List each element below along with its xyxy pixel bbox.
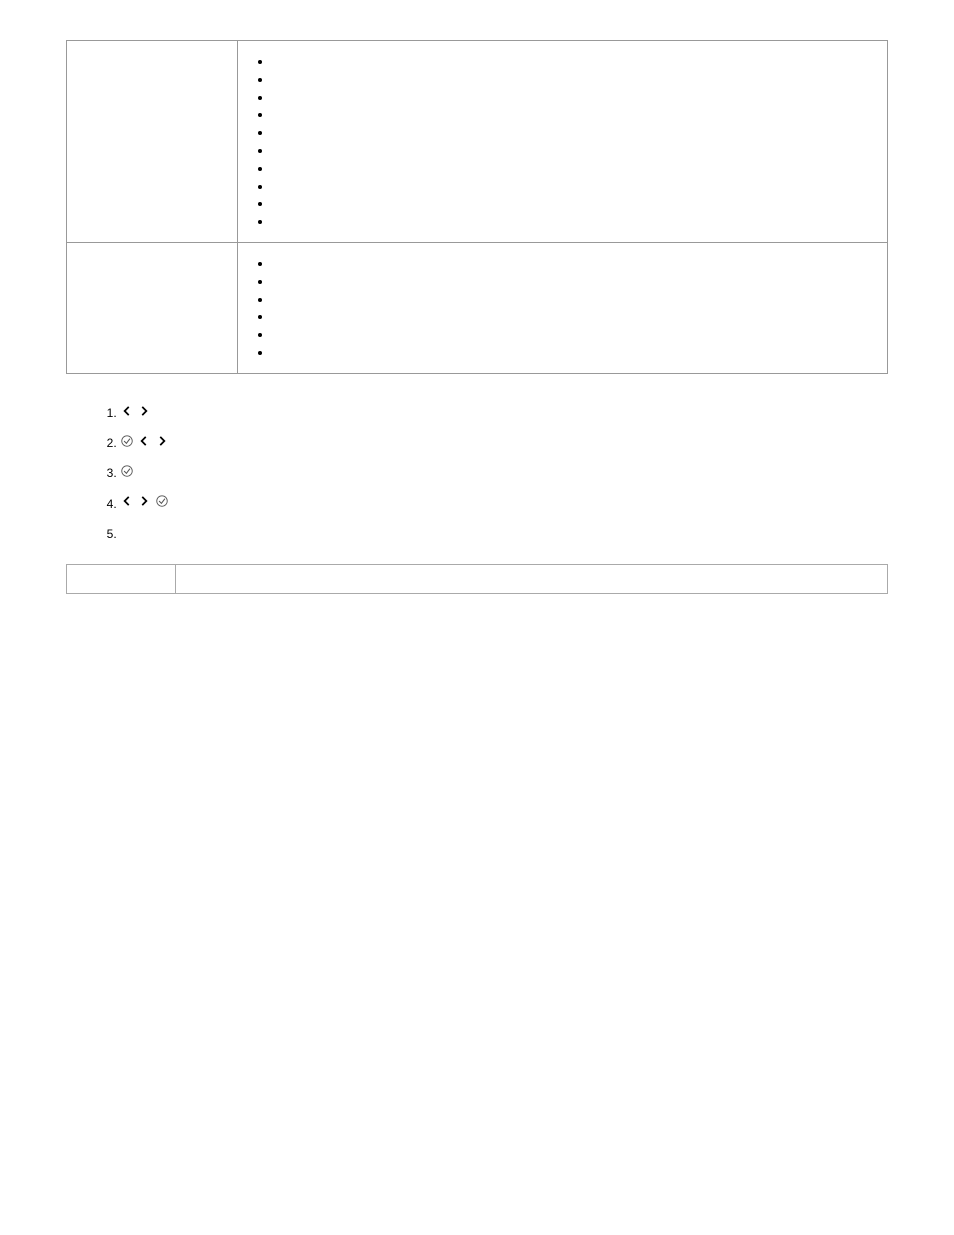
feature-desc-cell xyxy=(238,242,888,373)
left-arrow-icon xyxy=(137,434,151,454)
list-item xyxy=(272,213,877,230)
list-item xyxy=(272,344,877,361)
feature-table xyxy=(66,40,888,374)
list-item xyxy=(272,326,877,343)
right-arrow-icon xyxy=(155,434,169,454)
bullet-list xyxy=(272,255,877,361)
table-row xyxy=(67,564,888,593)
list-item xyxy=(272,106,877,123)
feature-desc-cell xyxy=(238,41,888,243)
step-item xyxy=(120,464,854,484)
check-circle-icon xyxy=(155,494,169,514)
table-row xyxy=(67,242,888,373)
list-item xyxy=(272,308,877,325)
list-item xyxy=(272,291,877,308)
note-label xyxy=(67,564,176,593)
list-item xyxy=(272,53,877,70)
left-arrow-icon xyxy=(120,404,134,424)
feature-name-cell xyxy=(67,242,238,373)
list-item xyxy=(272,71,877,88)
check-circle-icon xyxy=(120,464,134,484)
list-item xyxy=(272,255,877,272)
right-arrow-icon xyxy=(137,494,151,514)
list-item xyxy=(272,178,877,195)
bullet-list xyxy=(272,53,877,230)
page xyxy=(0,0,954,1235)
left-arrow-icon xyxy=(120,494,134,514)
list-item xyxy=(272,273,877,290)
step-item xyxy=(120,434,854,454)
step-item xyxy=(120,404,854,424)
list-item xyxy=(272,89,877,106)
list-item xyxy=(272,195,877,212)
list-item xyxy=(272,142,877,159)
table-row xyxy=(67,41,888,243)
note-text xyxy=(176,564,888,593)
check-circle-icon xyxy=(120,434,134,454)
step-item xyxy=(120,494,854,514)
steps-list xyxy=(120,404,854,544)
right-arrow-icon xyxy=(137,404,151,424)
note-box xyxy=(66,564,888,594)
list-item xyxy=(272,124,877,141)
list-item xyxy=(272,160,877,177)
feature-name-cell xyxy=(67,41,238,243)
step-item xyxy=(120,525,854,544)
